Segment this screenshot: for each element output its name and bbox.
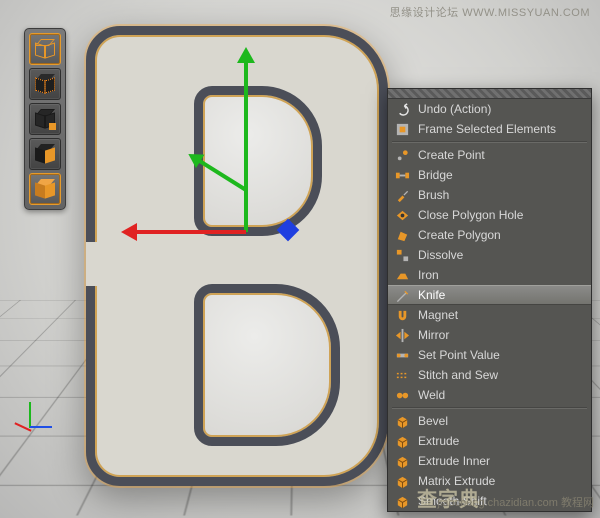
cube-texture-icon (35, 74, 55, 94)
cube-polygon-icon (35, 179, 55, 199)
menu-item-extrude-inner[interactable]: Extrude Inner (388, 451, 591, 471)
menu-item-label: Undo (Action) (418, 102, 583, 116)
menu-item-label: Iron (418, 268, 583, 282)
watermark-bottom-site: jiaocheng.chazidian.com 教程网 (437, 494, 594, 510)
menu-item-label: Extrude Inner (418, 454, 583, 468)
menu-item-label: Stitch and Sew (418, 368, 583, 382)
menu-separator (392, 141, 587, 143)
menu-item-set-point[interactable]: Set Point Value (388, 345, 591, 365)
menu-item-brush[interactable]: Brush (388, 185, 591, 205)
menu-item-bevel[interactable]: Bevel (388, 411, 591, 431)
mirror-icon (394, 327, 410, 343)
magnet-icon (394, 307, 410, 323)
watermark-top: 思缘设计论坛 WWW.MISSYUAN.COM (390, 4, 590, 20)
menu-item-label: Mirror (418, 328, 583, 342)
menu-item-undo[interactable]: Undo (Action) (388, 99, 591, 119)
setpoint-icon (394, 347, 410, 363)
context-menu-grip[interactable] (388, 89, 591, 99)
menu-item-label: Close Polygon Hole (418, 208, 583, 222)
mode-point-button[interactable] (29, 103, 61, 135)
knife-icon (394, 287, 410, 303)
menu-item-dissolve[interactable]: Dissolve (388, 245, 591, 265)
context-menu: Undo (Action) Frame Selected Elements Crea… (387, 88, 592, 512)
menu-item-label: Bevel (418, 414, 583, 428)
stitch-icon (394, 367, 410, 383)
menu-item-weld[interactable]: Weld (388, 385, 591, 405)
iron-icon (394, 267, 410, 283)
menu-item-mirror[interactable]: Mirror (388, 325, 591, 345)
undo-icon (394, 101, 410, 117)
dissolve-icon (394, 247, 410, 263)
mode-tool-rail (24, 28, 66, 210)
menu-item-label: Create Polygon (418, 228, 583, 242)
box-icon (394, 453, 410, 469)
box-icon (394, 413, 410, 429)
world-axes-indicator (18, 410, 44, 436)
menu-item-label: Magnet (418, 308, 583, 322)
bridge-icon (394, 167, 410, 183)
menu-item-label: Dissolve (418, 248, 583, 262)
mode-edge-button[interactable] (29, 138, 61, 170)
menu-item-close-hole[interactable]: Close Polygon Hole (388, 205, 591, 225)
cube-outline-icon (35, 39, 55, 59)
menu-item-label: Set Point Value (418, 348, 583, 362)
box-icon (394, 473, 410, 489)
menu-item-bridge[interactable]: Bridge (388, 165, 591, 185)
menu-separator (392, 407, 587, 409)
frame-icon (394, 121, 410, 137)
box-icon (394, 433, 410, 449)
menu-item-create-poly[interactable]: Create Polygon (388, 225, 591, 245)
menu-item-label: Extrude (418, 434, 583, 448)
menu-item-magnet[interactable]: Magnet (388, 305, 591, 325)
cube-edge-icon (35, 144, 55, 164)
mode-texture-button[interactable] (29, 68, 61, 100)
gizmo-axis-y[interactable] (244, 52, 248, 232)
menu-item-label: Knife (418, 288, 583, 302)
menu-item-iron[interactable]: Iron (388, 265, 591, 285)
box-icon (394, 493, 410, 509)
gizmo-axis-x[interactable] (126, 230, 246, 234)
close-hole-icon (394, 207, 410, 223)
menu-item-knife[interactable]: Knife (388, 285, 591, 305)
menu-item-stitch[interactable]: Stitch and Sew (388, 365, 591, 385)
menu-item-frame[interactable]: Frame Selected Elements (388, 119, 591, 139)
menu-item-label: Brush (418, 188, 583, 202)
dot-icon (394, 147, 410, 163)
mesh-letter-b[interactable] (86, 26, 388, 486)
menu-item-label: Create Point (418, 148, 583, 162)
menu-item-create-point[interactable]: Create Point (388, 145, 591, 165)
mode-polygon-button[interactable] (29, 173, 61, 205)
brush-icon (394, 187, 410, 203)
mode-object-button[interactable] (29, 33, 61, 65)
poly-icon (394, 227, 410, 243)
menu-item-label: Frame Selected Elements (418, 122, 583, 136)
menu-item-extrude[interactable]: Extrude (388, 431, 591, 451)
menu-item-label: Weld (418, 388, 583, 402)
weld-icon (394, 387, 410, 403)
cube-point-icon (35, 109, 55, 129)
menu-item-label: Bridge (418, 168, 583, 182)
